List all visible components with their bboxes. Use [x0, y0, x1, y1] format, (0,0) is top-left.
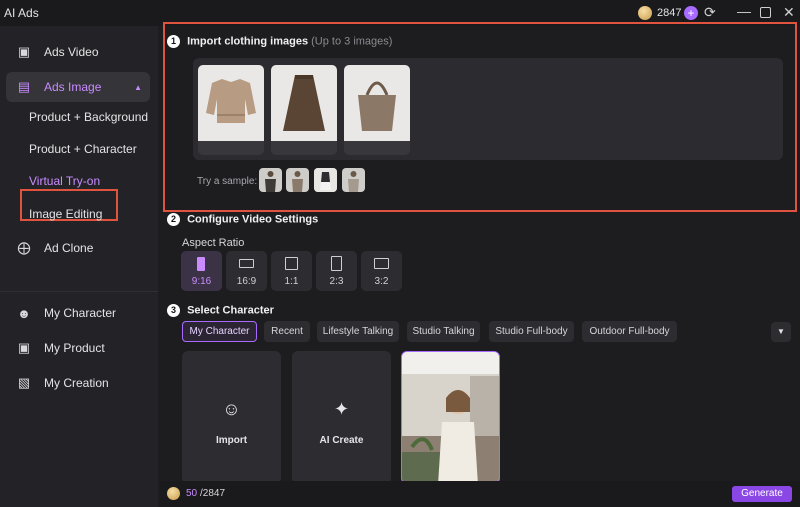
- tab-my-character[interactable]: My Character: [182, 321, 257, 342]
- ratio-option-2-3[interactable]: 2:3: [316, 251, 357, 291]
- step-number: 1: [167, 35, 180, 48]
- chevron-up-icon: ▲: [134, 82, 142, 92]
- main-panel: 1 Import clothing images (Up to 3 images…: [160, 22, 800, 507]
- aspect-ratio-label: Aspect Ratio: [182, 237, 245, 249]
- add-credits-button[interactable]: +: [684, 6, 698, 20]
- ratio-option-3-2[interactable]: 3:2: [361, 251, 402, 291]
- sample-thumb[interactable]: [342, 168, 365, 192]
- sidebar-item-my-product[interactable]: ▣ My Product: [6, 333, 150, 363]
- coin-icon: [167, 487, 180, 500]
- tabs-dropdown-button[interactable]: ▼: [771, 322, 791, 342]
- clothing-image-sweater[interactable]: [198, 65, 264, 155]
- sidebar-item-ads-image[interactable]: ▤ Ads Image ▲: [6, 72, 150, 102]
- sidebar-item-ad-clone[interactable]: ⨁ Ad Clone: [6, 233, 150, 263]
- bottom-bar: 50 /2847 Generate: [160, 481, 800, 507]
- tab-outdoor-full-body[interactable]: Outdoor Full-body: [582, 321, 677, 342]
- select-character-title: 3 Select Character: [167, 304, 274, 317]
- sidebar-item-label: Ad Clone: [44, 241, 94, 255]
- clothing-image-skirt[interactable]: [271, 65, 337, 155]
- character-photo-card[interactable]: [401, 351, 500, 484]
- ai-create-character-card[interactable]: ✦ AI Create: [292, 351, 391, 484]
- import-person-icon: ☺: [222, 399, 241, 419]
- tab-studio-talking[interactable]: Studio Talking: [407, 321, 480, 342]
- import-character-card[interactable]: ☺ Import: [182, 351, 281, 484]
- landscape-icon: [374, 258, 389, 269]
- ai-create-icon: ✦: [333, 399, 350, 419]
- sidebar-subitem-product-character[interactable]: Product + Character: [29, 142, 137, 156]
- tab-recent[interactable]: Recent: [264, 321, 310, 342]
- import-section-title: 1 Import clothing images (Up to 3 images…: [167, 35, 392, 48]
- maximize-icon[interactable]: [760, 7, 771, 18]
- credits-used: 50: [186, 488, 198, 499]
- ratio-option-1-1[interactable]: 1:1: [271, 251, 312, 291]
- sidebar-item-label: Ads Video: [44, 45, 99, 59]
- portrait-icon: [331, 256, 342, 271]
- sidebar-item-label: Ads Image: [44, 80, 102, 94]
- sidebar-item-ads-video[interactable]: ▣ Ads Video: [6, 37, 150, 67]
- sidebar-divider: [0, 291, 158, 292]
- video-bag-icon: ▣: [17, 44, 31, 59]
- sidebar-item-label: My Character: [44, 306, 117, 320]
- clothing-upload-area[interactable]: [193, 58, 783, 160]
- sidebar-item-label: My Product: [44, 341, 105, 355]
- sample-thumb[interactable]: [259, 168, 282, 192]
- landscape-icon: [239, 259, 254, 268]
- credit-count: 2847: [657, 7, 682, 19]
- import-hint: (Up to 3 images): [311, 35, 393, 48]
- app-title: AI Ads: [4, 6, 39, 20]
- minimize-icon[interactable]: —: [737, 3, 751, 19]
- ratio-option-16-9[interactable]: 16:9: [226, 251, 267, 291]
- credits-total: /2847: [200, 488, 226, 499]
- video-settings-title: 2 Configure Video Settings: [167, 213, 318, 226]
- image-icon: ▤: [17, 79, 31, 94]
- square-icon: [285, 257, 298, 270]
- coin-icon: [638, 6, 652, 20]
- sidebar: ▣ Ads Video ▤ Ads Image ▲ Product + Back…: [0, 26, 158, 507]
- tab-lifestyle-talking[interactable]: Lifestyle Talking: [317, 321, 399, 342]
- generate-button[interactable]: Generate: [732, 486, 792, 502]
- sidebar-item-label: My Creation: [44, 376, 109, 390]
- try-sample-label: Try a sample:: [197, 176, 258, 187]
- sample-thumb[interactable]: [286, 168, 309, 192]
- sample-thumb[interactable]: [314, 168, 337, 192]
- clothing-image-tote-bag[interactable]: [344, 65, 410, 155]
- refresh-icon[interactable]: ⟳: [704, 4, 716, 20]
- ratio-option-9-16[interactable]: 9:16: [181, 251, 222, 291]
- portrait-icon: [197, 257, 205, 271]
- sidebar-subitem-virtual-try-on[interactable]: Virtual Try-on: [29, 174, 100, 188]
- sidebar-item-my-creation[interactable]: ▧ My Creation: [6, 368, 150, 398]
- sidebar-subitem-product-background[interactable]: Product + Background: [29, 110, 148, 124]
- tab-studio-full-body[interactable]: Studio Full-body: [489, 321, 574, 342]
- sidebar-subitem-image-editing[interactable]: Image Editing: [29, 207, 102, 221]
- people-icon: ☻: [17, 305, 31, 321]
- step-number: 3: [167, 304, 180, 317]
- sidebar-item-my-character[interactable]: ☻ My Character: [6, 298, 150, 328]
- clone-icon: ⨁: [17, 240, 31, 255]
- close-icon[interactable]: ✕: [783, 4, 795, 20]
- folder-icon: ▧: [17, 375, 31, 390]
- product-bag-icon: ▣: [17, 340, 31, 355]
- step-number: 2: [167, 213, 180, 226]
